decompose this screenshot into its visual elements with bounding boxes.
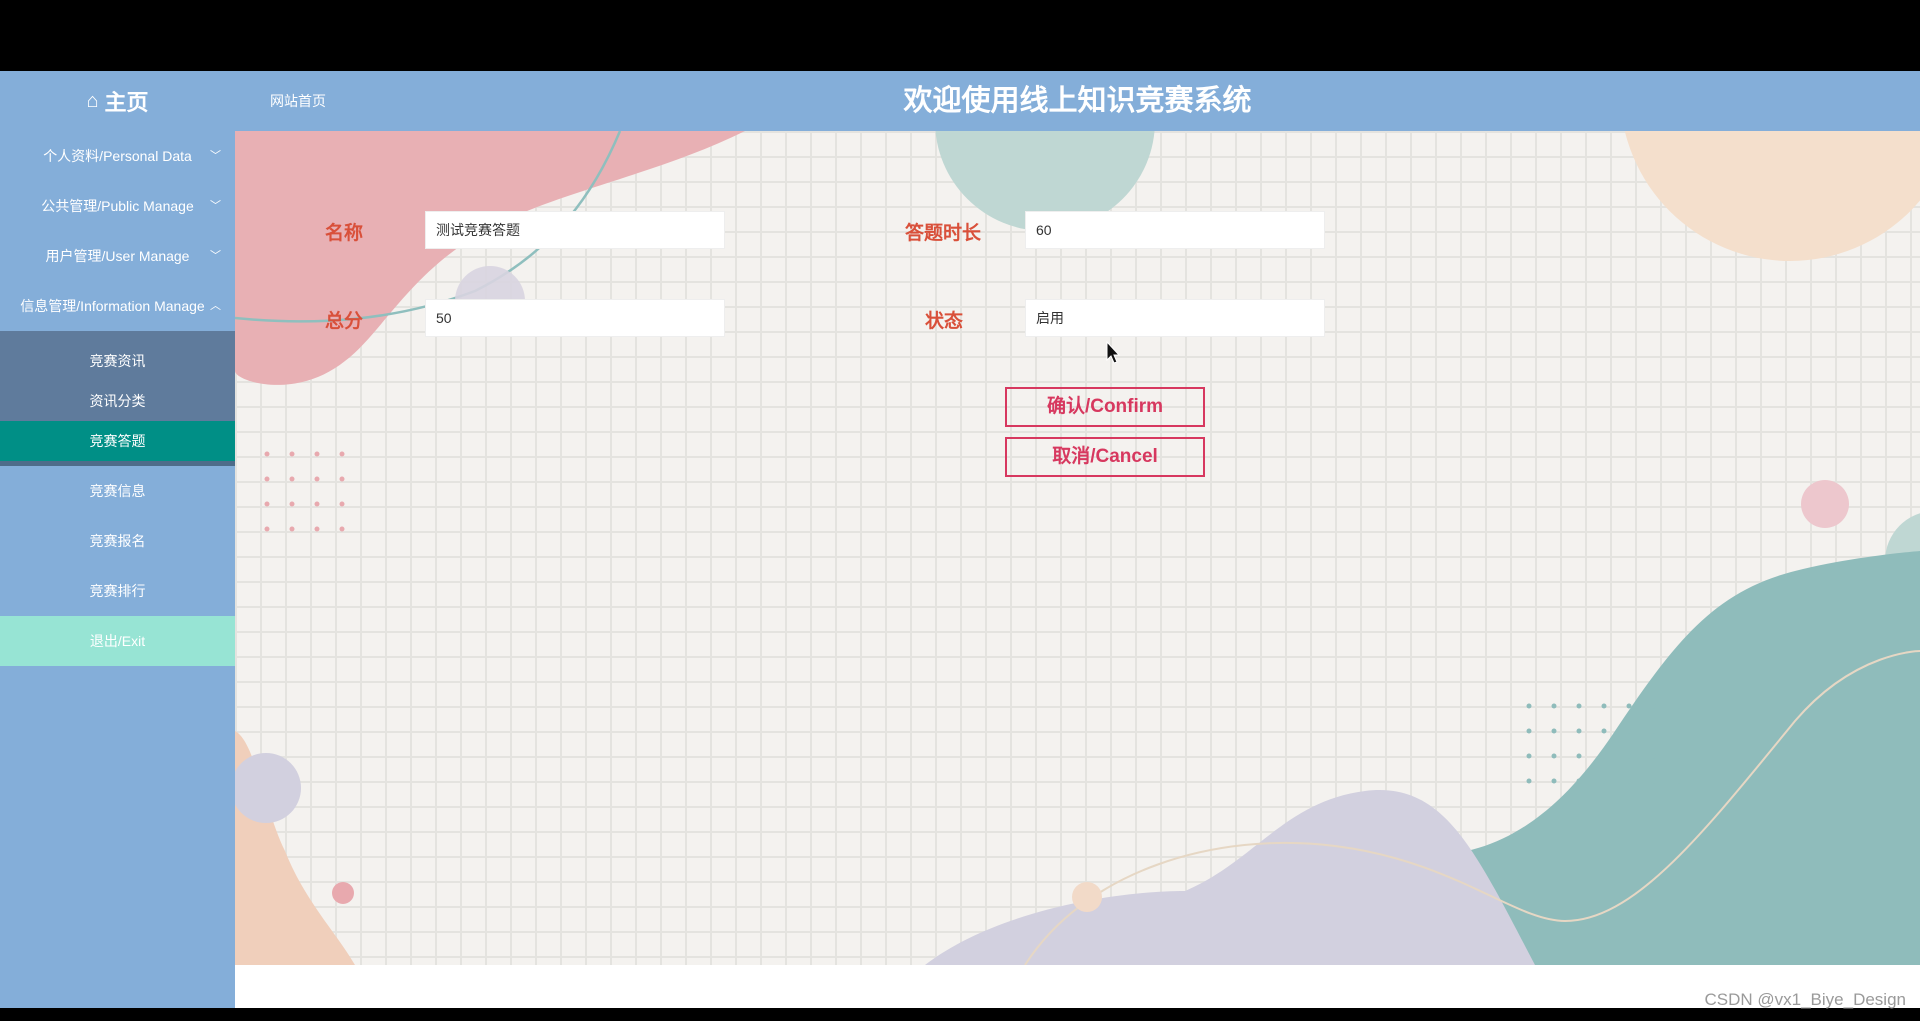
- exit-button[interactable]: 退出/Exit: [0, 616, 235, 666]
- mouse-cursor-icon: [1106, 341, 1121, 364]
- top-header: ⌂ 主页 网站首页 欢迎使用线上知识竞赛系统: [0, 71, 1920, 131]
- name-input[interactable]: 测试竞赛答题: [425, 211, 725, 249]
- chevron-down-icon: ﹀: [210, 200, 221, 212]
- home-link[interactable]: ⌂ 主页: [0, 71, 235, 131]
- home-icon: ⌂: [86, 89, 99, 112]
- confirm-button[interactable]: 确认/Confirm: [1005, 387, 1205, 427]
- sidebar-item-competition-info[interactable]: 竞赛信息: [0, 466, 235, 516]
- submenu-item-news-category[interactable]: 资讯分类: [0, 381, 235, 421]
- status-input[interactable]: 启用: [1025, 299, 1325, 337]
- duration-input[interactable]: 60: [1025, 211, 1325, 249]
- home-label: 主页: [104, 90, 149, 115]
- footer-strip: [235, 965, 1920, 1008]
- sidebar-item-ranking[interactable]: 竞赛排行: [0, 566, 235, 616]
- sidebar-item-label: 用户管理/User Manage: [45, 248, 190, 264]
- dot-pattern-teal: [1526, 703, 1682, 784]
- information-submenu: 竞赛资讯 资讯分类 竞赛答题: [0, 331, 235, 466]
- sidebar-item-label: 个人资料/Personal Data: [43, 148, 192, 164]
- cancel-button[interactable]: 取消/Cancel: [1005, 437, 1205, 477]
- submenu-item-news[interactable]: 竞赛资讯: [0, 341, 235, 381]
- app-window: ⌂ 主页 网站首页 欢迎使用线上知识竞赛系统 个人资料/Personal Dat…: [0, 0, 1920, 1021]
- sidebar: 个人资料/Personal Data ﹀ 公共管理/Public Manage …: [0, 131, 235, 1008]
- sidebar-item-label: 公共管理/Public Manage: [41, 198, 194, 214]
- total-score-input[interactable]: 50: [425, 299, 725, 337]
- watermark: CSDN @vx1_Biye_Design: [1704, 990, 1906, 1009]
- chevron-down-icon: ﹀: [210, 250, 221, 262]
- sidebar-item-registration[interactable]: 竞赛报名: [0, 516, 235, 566]
- system-title: 欢迎使用线上知识竞赛系统: [903, 85, 1252, 117]
- status-label: 状态: [925, 311, 964, 332]
- sidebar-item-public-manage[interactable]: 公共管理/Public Manage ﹀: [0, 181, 235, 231]
- decorative-background: [235, 131, 1920, 965]
- dot-pattern-pink: [264, 451, 345, 532]
- total-score-label: 总分: [325, 311, 364, 332]
- sidebar-item-personal-data[interactable]: 个人资料/Personal Data ﹀: [0, 131, 235, 181]
- name-label: 名称: [325, 223, 364, 244]
- main-content: 名称 测试竞赛答题 答题时长 60 总分 50 状态 启用 确认/Confirm…: [235, 131, 1920, 965]
- duration-label: 答题时长: [905, 223, 982, 244]
- submenu-item-quiz[interactable]: 竞赛答题: [0, 421, 235, 466]
- chevron-down-icon: ﹀: [210, 150, 221, 162]
- sidebar-item-information-manage[interactable]: 信息管理/Information Manage ︿: [0, 281, 235, 331]
- chevron-up-icon: ︿: [210, 300, 221, 312]
- sidebar-item-user-manage[interactable]: 用户管理/User Manage ﹀: [0, 231, 235, 281]
- sidebar-item-label: 信息管理/Information Manage: [20, 298, 205, 314]
